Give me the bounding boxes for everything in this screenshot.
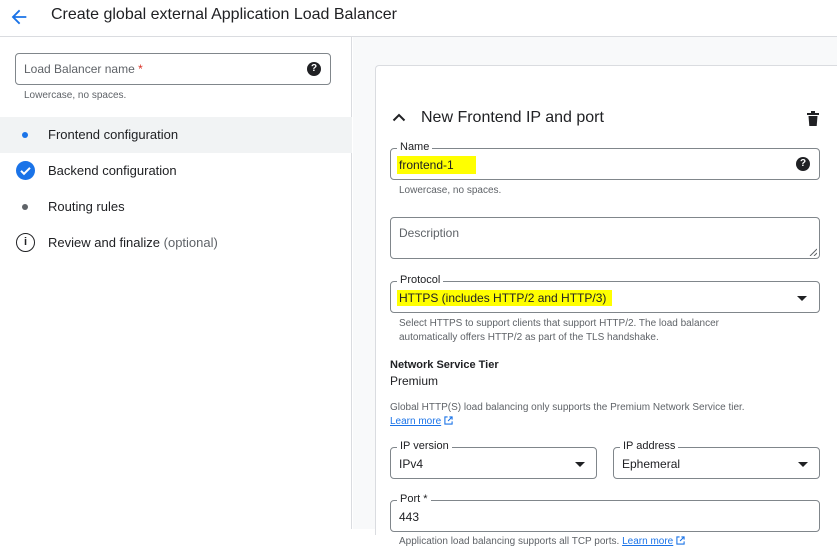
ip-address-select[interactable]: IP address Ephemeral — [613, 440, 820, 479]
dropdown-arrow-icon — [575, 462, 585, 467]
port-helper-text: Application load balancing supports all … — [399, 536, 620, 547]
step-label: Routing rules — [48, 199, 125, 214]
info-icon: i — [16, 233, 35, 252]
page-title: Create global external Application Load … — [51, 6, 398, 23]
help-icon[interactable]: ? — [307, 62, 321, 76]
step-label: Review and finalize — [48, 235, 161, 250]
ip-address-value: Ephemeral — [622, 457, 681, 471]
step-frontend-configuration[interactable]: Frontend configuration — [0, 117, 352, 153]
ip-address-label: IP address — [620, 440, 679, 452]
name-label: Name — [397, 141, 433, 153]
help-icon[interactable]: ? — [796, 157, 810, 171]
port-value: 443 — [399, 510, 420, 524]
current-step-dot-icon — [22, 132, 28, 138]
chevron-up-icon[interactable] — [392, 112, 406, 122]
dropdown-arrow-icon — [798, 462, 808, 467]
name-helper: Lowercase, no spaces. — [399, 185, 502, 196]
network-tier-helper-text: Global HTTP(S) load balancing only suppo… — [390, 402, 745, 413]
learn-more-link[interactable]: Learn more — [622, 536, 673, 547]
step-label: Frontend configuration — [48, 127, 179, 142]
frontend-card: New Frontend IP and port Name frontend-1… — [375, 65, 837, 547]
description-textarea[interactable]: Description — [390, 217, 820, 259]
ip-version-value: IPv4 — [399, 457, 424, 471]
arrow-left-icon[interactable] — [8, 6, 30, 28]
required-mark: * — [423, 493, 428, 505]
port-label: Port — [400, 493, 421, 505]
dot-icon — [22, 204, 28, 210]
network-tier-helper: Global HTTP(S) load balancing only suppo… — [390, 401, 790, 429]
optional-tag: (optional) — [163, 235, 218, 250]
wizard-sidebar: Load Balancer name * ? Lowercase, no spa… — [0, 37, 352, 529]
network-tier-value: Premium — [390, 374, 439, 388]
description-placeholder: Description — [399, 226, 460, 240]
port-field[interactable]: Port * 443 — [390, 493, 820, 532]
protocol-helper: Select HTTPS to support clients that sup… — [399, 318, 719, 343]
protocol-label: Protocol — [397, 274, 444, 286]
ip-version-label: IP version — [397, 440, 452, 452]
external-link-icon — [676, 536, 685, 545]
lb-name-helper: Lowercase, no spaces. — [24, 90, 127, 101]
form-pane: New Frontend IP and port Name frontend-1… — [353, 37, 837, 547]
trash-icon[interactable] — [807, 111, 819, 126]
step-routing-rules[interactable]: Routing rules — [0, 189, 352, 225]
dropdown-arrow-icon — [797, 296, 807, 301]
resize-handle-icon[interactable] — [809, 248, 817, 256]
lb-name-field[interactable]: Load Balancer name * ? — [15, 53, 331, 85]
check-circle-icon — [16, 161, 35, 180]
required-mark: * — [138, 62, 143, 76]
ip-version-select[interactable]: IP version IPv4 — [390, 440, 597, 479]
name-field[interactable]: Name frontend-1 ? — [390, 141, 820, 180]
step-label-wrap: Review and finalize (optional) — [48, 235, 218, 250]
name-value: frontend-1 — [397, 156, 476, 174]
external-link-icon — [444, 416, 453, 425]
port-label-wrap: Port * — [397, 493, 431, 505]
protocol-select[interactable]: Protocol HTTPS (includes HTTP/2 and HTTP… — [390, 274, 820, 313]
protocol-value: HTTPS (includes HTTP/2 and HTTP/3) — [397, 290, 613, 306]
learn-more-link[interactable]: Learn more — [390, 416, 441, 427]
step-backend-configuration[interactable]: Backend configuration — [0, 153, 352, 189]
network-tier-label: Network Service Tier — [390, 359, 499, 371]
step-review-and-finalize[interactable]: i Review and finalize (optional) — [0, 225, 352, 261]
top-bar: Create global external Application Load … — [0, 0, 837, 37]
lb-name-label: Load Balancer name — [24, 62, 135, 76]
lb-name-placeholder: Load Balancer name * — [24, 62, 143, 76]
step-label: Backend configuration — [48, 163, 177, 178]
port-helper: Application load balancing supports all … — [399, 535, 685, 549]
section-title: New Frontend IP and port — [421, 109, 604, 126]
